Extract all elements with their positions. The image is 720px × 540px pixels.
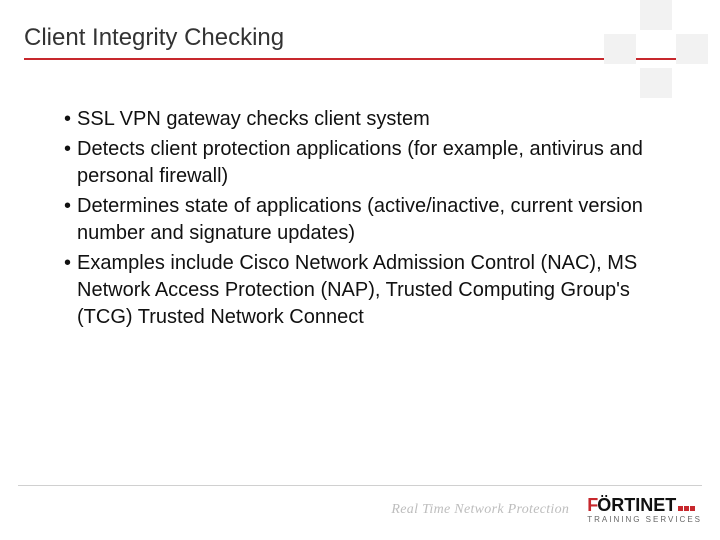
footer: Real Time Network Protection F ÖRTINET T… (0, 485, 720, 524)
content-area: • SSL VPN gateway checks client system •… (0, 68, 720, 331)
brand-logo-rest: ÖRTINET (597, 496, 676, 514)
bullet-item: • Detects client protection applications… (64, 136, 660, 190)
brand-logo-squares-icon (678, 506, 695, 511)
corner-decoration (604, 0, 708, 98)
bullet-dot-icon: • (64, 106, 71, 133)
bullet-text: Examples include Cisco Network Admission… (77, 250, 660, 331)
bullet-text: SSL VPN gateway checks client system (77, 106, 430, 133)
brand-logo-main: F ÖRTINET (587, 496, 695, 514)
bullet-item: • SSL VPN gateway checks client system (64, 106, 660, 133)
bullet-dot-icon: • (64, 193, 71, 220)
title-underline (24, 58, 692, 60)
footer-tagline: Real Time Network Protection (391, 502, 569, 518)
brand-logo-subtitle: TRAINING SERVICES (587, 516, 702, 524)
slide: Client Integrity Checking • SSL VPN gate… (0, 0, 720, 540)
bullet-item: • Examples include Cisco Network Admissi… (64, 250, 660, 331)
bullet-dot-icon: • (64, 136, 71, 163)
slide-title: Client Integrity Checking (24, 24, 692, 52)
brand-logo: F ÖRTINET TRAINING SERVICES (587, 496, 702, 524)
bullet-text: Determines state of applications (active… (77, 193, 660, 247)
bullet-item: • Determines state of applications (acti… (64, 193, 660, 247)
bullet-text: Detects client protection applications (… (77, 136, 660, 190)
footer-divider (18, 485, 702, 486)
footer-row: Real Time Network Protection F ÖRTINET T… (18, 496, 702, 524)
bullet-dot-icon: • (64, 250, 71, 277)
